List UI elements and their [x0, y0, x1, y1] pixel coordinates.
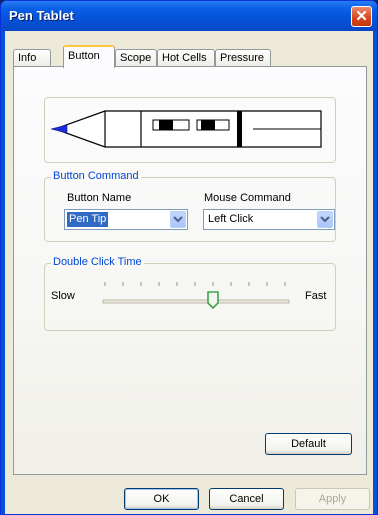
button-tab-panel: Button Command Button Name Mouse Command… — [13, 66, 367, 475]
slider-thumb[interactable] — [207, 291, 219, 310]
cancel-button[interactable]: Cancel — [209, 488, 284, 510]
pen-tablet-dialog: Pen Tablet ✕ Info Button Scope Hot Cells… — [0, 0, 378, 515]
button-command-title: Button Command — [51, 170, 141, 182]
title-bar[interactable]: Pen Tablet ✕ — [1, 1, 377, 31]
button-name-label: Button Name — [67, 192, 132, 204]
button-name-value: Pen Tip — [67, 212, 109, 227]
window-title: Pen Tablet — [9, 8, 74, 23]
double-click-time-group: Double Click Time Slow Fast — [44, 256, 336, 331]
mouse-command-dropdown-button[interactable] — [317, 211, 333, 228]
tab-info[interactable]: Info — [13, 49, 51, 67]
ok-button[interactable]: OK — [124, 488, 199, 510]
double-click-time-title: Double Click Time — [51, 256, 144, 268]
mouse-command-select[interactable]: Left Click — [203, 209, 335, 230]
double-click-slider[interactable] — [95, 276, 295, 316]
pen-illustration-box — [44, 97, 336, 163]
tab-button[interactable]: Button — [63, 45, 115, 68]
button-name-select[interactable]: Pen Tip — [64, 209, 188, 230]
tab-hot-cells[interactable]: Hot Cells — [157, 49, 215, 67]
slider-fast-label: Fast — [305, 290, 327, 302]
slider-slow-label: Slow — [51, 290, 75, 302]
close-button[interactable]: ✕ — [351, 6, 372, 27]
chevron-down-icon — [320, 216, 330, 223]
button-command-group: Button Command Button Name Mouse Command… — [44, 170, 336, 242]
apply-button: Apply — [295, 488, 370, 510]
pen-illustration — [50, 110, 322, 148]
tab-pressure[interactable]: Pressure — [215, 49, 271, 67]
window-frame-right — [373, 31, 377, 514]
tab-scope[interactable]: Scope — [115, 49, 157, 67]
mouse-command-label: Mouse Command — [204, 192, 291, 204]
default-button[interactable]: Default — [265, 433, 352, 455]
chevron-down-icon — [173, 216, 183, 223]
button-name-dropdown-button[interactable] — [170, 211, 186, 228]
close-icon: ✕ — [355, 8, 368, 25]
window-frame-left — [1, 31, 5, 514]
mouse-command-value: Left Click — [208, 213, 254, 225]
